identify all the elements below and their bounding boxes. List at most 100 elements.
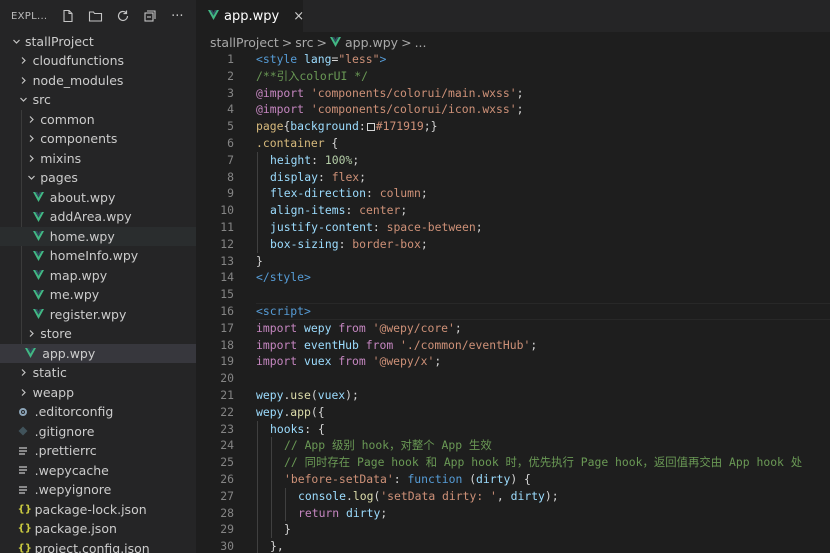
- breadcrumb-item[interactable]: app.wpy: [345, 35, 398, 50]
- indent-guide: [285, 487, 286, 505]
- indent-guide: [271, 487, 272, 505]
- tree-item[interactable]: {} project.config.json: [0, 539, 196, 553]
- code-token: .: [346, 488, 353, 503]
- line-number: 7: [227, 152, 234, 167]
- tree-item[interactable]: addArea.wpy: [0, 207, 196, 227]
- tree-item[interactable]: home.wpy: [0, 226, 196, 246]
- editor-area: app.wpy × stallProject > src > app.wpy >…: [196, 0, 830, 553]
- tree-item[interactable]: me.wpy: [0, 285, 196, 305]
- indent-guide: [271, 471, 272, 488]
- close-icon[interactable]: ×: [293, 9, 304, 24]
- code-text: // 同时存在 Page hook 和 App hook 时，优先执行 Page…: [284, 454, 802, 471]
- json-file-icon: {}: [17, 523, 32, 535]
- tab-app-wpy[interactable]: app.wpy ×: [196, 0, 304, 32]
- code-token: ;: [400, 203, 408, 218]
- line-number: 3: [227, 85, 234, 100]
- tree-item[interactable]: static: [0, 363, 196, 383]
- code-token: :: [338, 236, 353, 251]
- tree-item-label: cloudfunctions: [32, 53, 125, 69]
- chevron-right-icon: [25, 328, 37, 340]
- new-file-icon[interactable]: [59, 7, 76, 25]
- code-token: ;: [380, 505, 388, 520]
- refresh-icon[interactable]: [114, 7, 131, 25]
- tree-item[interactable]: app.wpy: [0, 343, 196, 363]
- tree-item-label: .gitignore: [34, 423, 95, 439]
- code-token: log: [352, 488, 374, 503]
- tree-item[interactable]: map.wpy: [0, 266, 196, 286]
- tree-item-label: static: [32, 365, 67, 381]
- code-token: // 同时存在 Page hook 和 App hook 时，优先执行 Page…: [284, 455, 803, 470]
- code-line: 1 <style lang="less">: [196, 51, 830, 68]
- tree-item[interactable]: .editorconfig: [0, 402, 196, 422]
- tree-item[interactable]: cloudfunctions: [0, 51, 196, 71]
- tree-item[interactable]: pages: [0, 168, 196, 188]
- tree-item-label: mixins: [40, 150, 82, 166]
- tree-item[interactable]: register.wpy: [0, 305, 196, 325]
- breadcrumb-item[interactable]: src: [295, 35, 313, 50]
- chevron-right-icon: [25, 133, 37, 145]
- code-token: @import: [256, 85, 311, 100]
- tree-item[interactable]: mixins: [0, 149, 196, 169]
- line-number: 19: [220, 354, 234, 369]
- tree-item[interactable]: {} package-lock.json: [0, 500, 196, 520]
- code-token: from: [338, 320, 373, 335]
- tab-label: app.wpy: [224, 8, 280, 24]
- indent-guide: [257, 235, 258, 253]
- line-number: 11: [220, 220, 234, 234]
- explorer-header: EXPL... ···: [0, 0, 196, 32]
- tree-item[interactable]: {} package.json: [0, 519, 196, 539]
- code-text: .container {: [256, 135, 338, 152]
- tree-item[interactable]: weapp: [0, 383, 196, 403]
- code-token: column: [379, 186, 421, 201]
- code-token: ;: [475, 220, 483, 234]
- line-number: 6: [227, 136, 234, 150]
- tree-item[interactable]: homeInfo.wpy: [0, 246, 196, 266]
- line-number: 20: [220, 371, 234, 386]
- chevron-right-icon: [18, 74, 30, 86]
- code-token: :: [358, 119, 366, 134]
- collapse-all-icon[interactable]: [141, 7, 158, 25]
- line-number: 17: [220, 320, 234, 335]
- chevron-right-icon: [18, 367, 30, 379]
- tree-item[interactable]: components: [0, 129, 196, 149]
- code-token: ;: [454, 320, 462, 335]
- code-line: 21 wepy.use(vuex);: [196, 387, 830, 404]
- new-folder-icon[interactable]: [87, 7, 104, 25]
- code-token: /**引入colorUI */: [256, 68, 368, 83]
- tree-item-label: home.wpy: [49, 228, 115, 244]
- tree-item-label: map.wpy: [49, 267, 108, 283]
- code-text: },: [270, 538, 284, 553]
- code-token: {: [324, 136, 339, 150]
- tree-item[interactable]: about.wpy: [0, 188, 196, 208]
- breadcrumb-item[interactable]: stallProject: [210, 35, 279, 50]
- tree-item[interactable]: stallProject: [0, 32, 196, 52]
- code-text: justify-content: space-between;: [270, 219, 483, 236]
- breadcrumb-item[interactable]: ...: [415, 35, 427, 50]
- line-number: 5: [227, 119, 234, 134]
- tree-item-label: register.wpy: [49, 306, 127, 322]
- line-number: 25: [220, 455, 234, 470]
- tree-item[interactable]: .wepyignore: [0, 480, 196, 500]
- json-file-icon: {}: [17, 503, 32, 515]
- explorer-title: EXPL...: [11, 10, 48, 22]
- tree-item[interactable]: common: [0, 110, 196, 130]
- tree-item[interactable]: .wepycache: [0, 461, 196, 481]
- vue-file-icon: [32, 211, 47, 223]
- indent-guide: [257, 471, 258, 488]
- tree-item-label: stallProject: [25, 33, 94, 49]
- tree-item[interactable]: node_modules: [0, 71, 196, 91]
- code-token: @import: [256, 102, 311, 117]
- tree-item[interactable]: .prettierrc: [0, 441, 196, 461]
- code-editor[interactable]: 1 <style lang="less"> 2 /**引入colorUI */ 3 @im…: [196, 51, 830, 553]
- tree-item[interactable]: store: [0, 324, 196, 344]
- more-actions-icon[interactable]: ···: [169, 7, 186, 25]
- tree-item[interactable]: src: [0, 90, 196, 110]
- code-text: // App 级别 hook，对整个 App 生效: [284, 437, 492, 454]
- code-token: border-box: [352, 236, 421, 251]
- code-token: : {: [304, 421, 325, 436]
- indent-guide: [257, 219, 258, 236]
- code-token: console: [298, 488, 347, 503]
- code-line: 30},: [196, 538, 830, 553]
- color-swatch[interactable]: [366, 123, 375, 132]
- tree-item[interactable]: .gitignore: [0, 422, 196, 442]
